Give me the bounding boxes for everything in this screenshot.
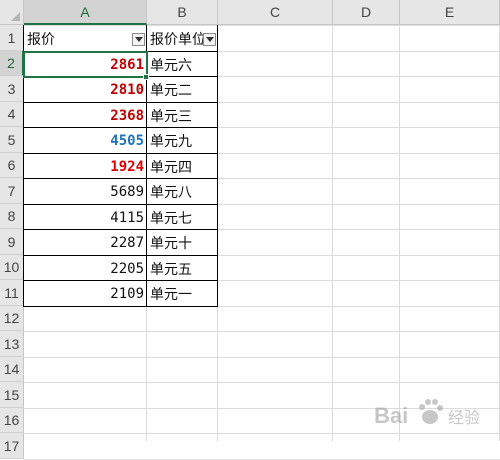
price-cell[interactable]: 4115: [24, 205, 147, 230]
row-header-1[interactable]: 1: [0, 25, 24, 51]
row-header-6[interactable]: 6: [0, 153, 24, 178]
filter-dropdown-button[interactable]: [132, 33, 145, 46]
table-border: [23, 25, 24, 307]
row-header-15[interactable]: 15: [0, 382, 24, 408]
table-border: [23, 255, 218, 256]
price-cell[interactable]: 2810: [24, 77, 147, 102]
row-header-4[interactable]: 4: [0, 102, 24, 127]
row-header-8[interactable]: 8: [0, 204, 24, 229]
table-border: [23, 280, 218, 281]
header-cell-price[interactable]: 报价: [24, 26, 133, 51]
row-header-9[interactable]: 9: [0, 229, 24, 255]
table-border: [23, 204, 218, 205]
chevron-down-icon: [205, 37, 214, 42]
row-header-11[interactable]: 11: [0, 280, 24, 306]
unit-cell[interactable]: 单元五: [147, 256, 218, 281]
chevron-down-icon: [134, 37, 143, 42]
price-cell[interactable]: 2205: [24, 256, 147, 281]
column-header-b[interactable]: B: [147, 0, 218, 25]
price-cell[interactable]: 4505: [24, 128, 147, 153]
price-cell[interactable]: 1924: [24, 154, 147, 179]
price-cell[interactable]: 5689: [24, 179, 147, 204]
unit-cell[interactable]: 单元三: [147, 103, 218, 128]
spreadsheet: A B C D E 1 2 3 4 5 6 7 8 9 10 11 12 13 14 15 16 17 报价 报价单位 2861…: [0, 0, 500, 460]
baidu-watermark: Bai 经验: [372, 387, 496, 437]
column-header-a[interactable]: A: [24, 0, 147, 25]
unit-cell[interactable]: 单元一: [147, 281, 218, 306]
table-border: [23, 306, 218, 307]
baidu-paw-icon: Bai 经验: [374, 399, 480, 428]
column-header-c[interactable]: C: [218, 0, 333, 25]
unit-cell[interactable]: 单元九: [147, 128, 218, 153]
table-border: [23, 229, 218, 230]
column-header-e[interactable]: E: [400, 0, 500, 25]
row-header-16[interactable]: 16: [0, 408, 24, 433]
row-header-7[interactable]: 7: [0, 178, 24, 204]
header-cell-unit[interactable]: 报价单位: [147, 26, 204, 51]
watermark-suffix: 经验: [448, 408, 480, 427]
column-header-d[interactable]: D: [333, 0, 400, 25]
price-cell[interactable]: 2368: [24, 103, 147, 128]
gridline-vertical: [332, 25, 333, 441]
table-border: [23, 51, 218, 52]
select-all-corner[interactable]: [0, 0, 24, 25]
row-header-5[interactable]: 5: [0, 127, 24, 153]
row-header-17[interactable]: 17: [0, 433, 24, 459]
gridline-horizontal: [24, 331, 500, 332]
unit-cell[interactable]: 单元六: [147, 52, 218, 77]
table-border: [146, 25, 147, 307]
watermark-brand: Bai: [374, 403, 408, 428]
price-cell[interactable]: 2287: [24, 230, 147, 255]
table-border: [217, 25, 218, 307]
filter-dropdown-button[interactable]: [203, 33, 216, 46]
unit-cell[interactable]: 单元十: [147, 230, 218, 255]
table-border: [23, 153, 218, 154]
table-border: [23, 102, 218, 103]
gridline-vertical: [399, 25, 400, 441]
unit-cell[interactable]: 单元七: [147, 205, 218, 230]
table-border: [23, 127, 218, 128]
row-header-10[interactable]: 10: [0, 255, 24, 280]
row-header-2[interactable]: 2: [0, 51, 24, 76]
row-header-12[interactable]: 12: [0, 306, 24, 331]
price-cell[interactable]: 2109: [24, 281, 147, 306]
unit-cell[interactable]: 单元二: [147, 77, 218, 102]
table-border: [23, 178, 218, 179]
row-header-3[interactable]: 3: [0, 76, 24, 102]
table-border: [23, 76, 218, 77]
price-cell[interactable]: 2861: [24, 52, 147, 77]
gridline-horizontal: [24, 382, 500, 383]
unit-cell[interactable]: 单元四: [147, 154, 218, 179]
select-all-triangle-icon: [11, 12, 20, 21]
row-header-14[interactable]: 14: [0, 357, 24, 382]
fill-handle[interactable]: [143, 74, 149, 80]
row-header-13[interactable]: 13: [0, 331, 24, 357]
gridline-horizontal: [24, 357, 500, 358]
unit-cell[interactable]: 单元八: [147, 179, 218, 204]
